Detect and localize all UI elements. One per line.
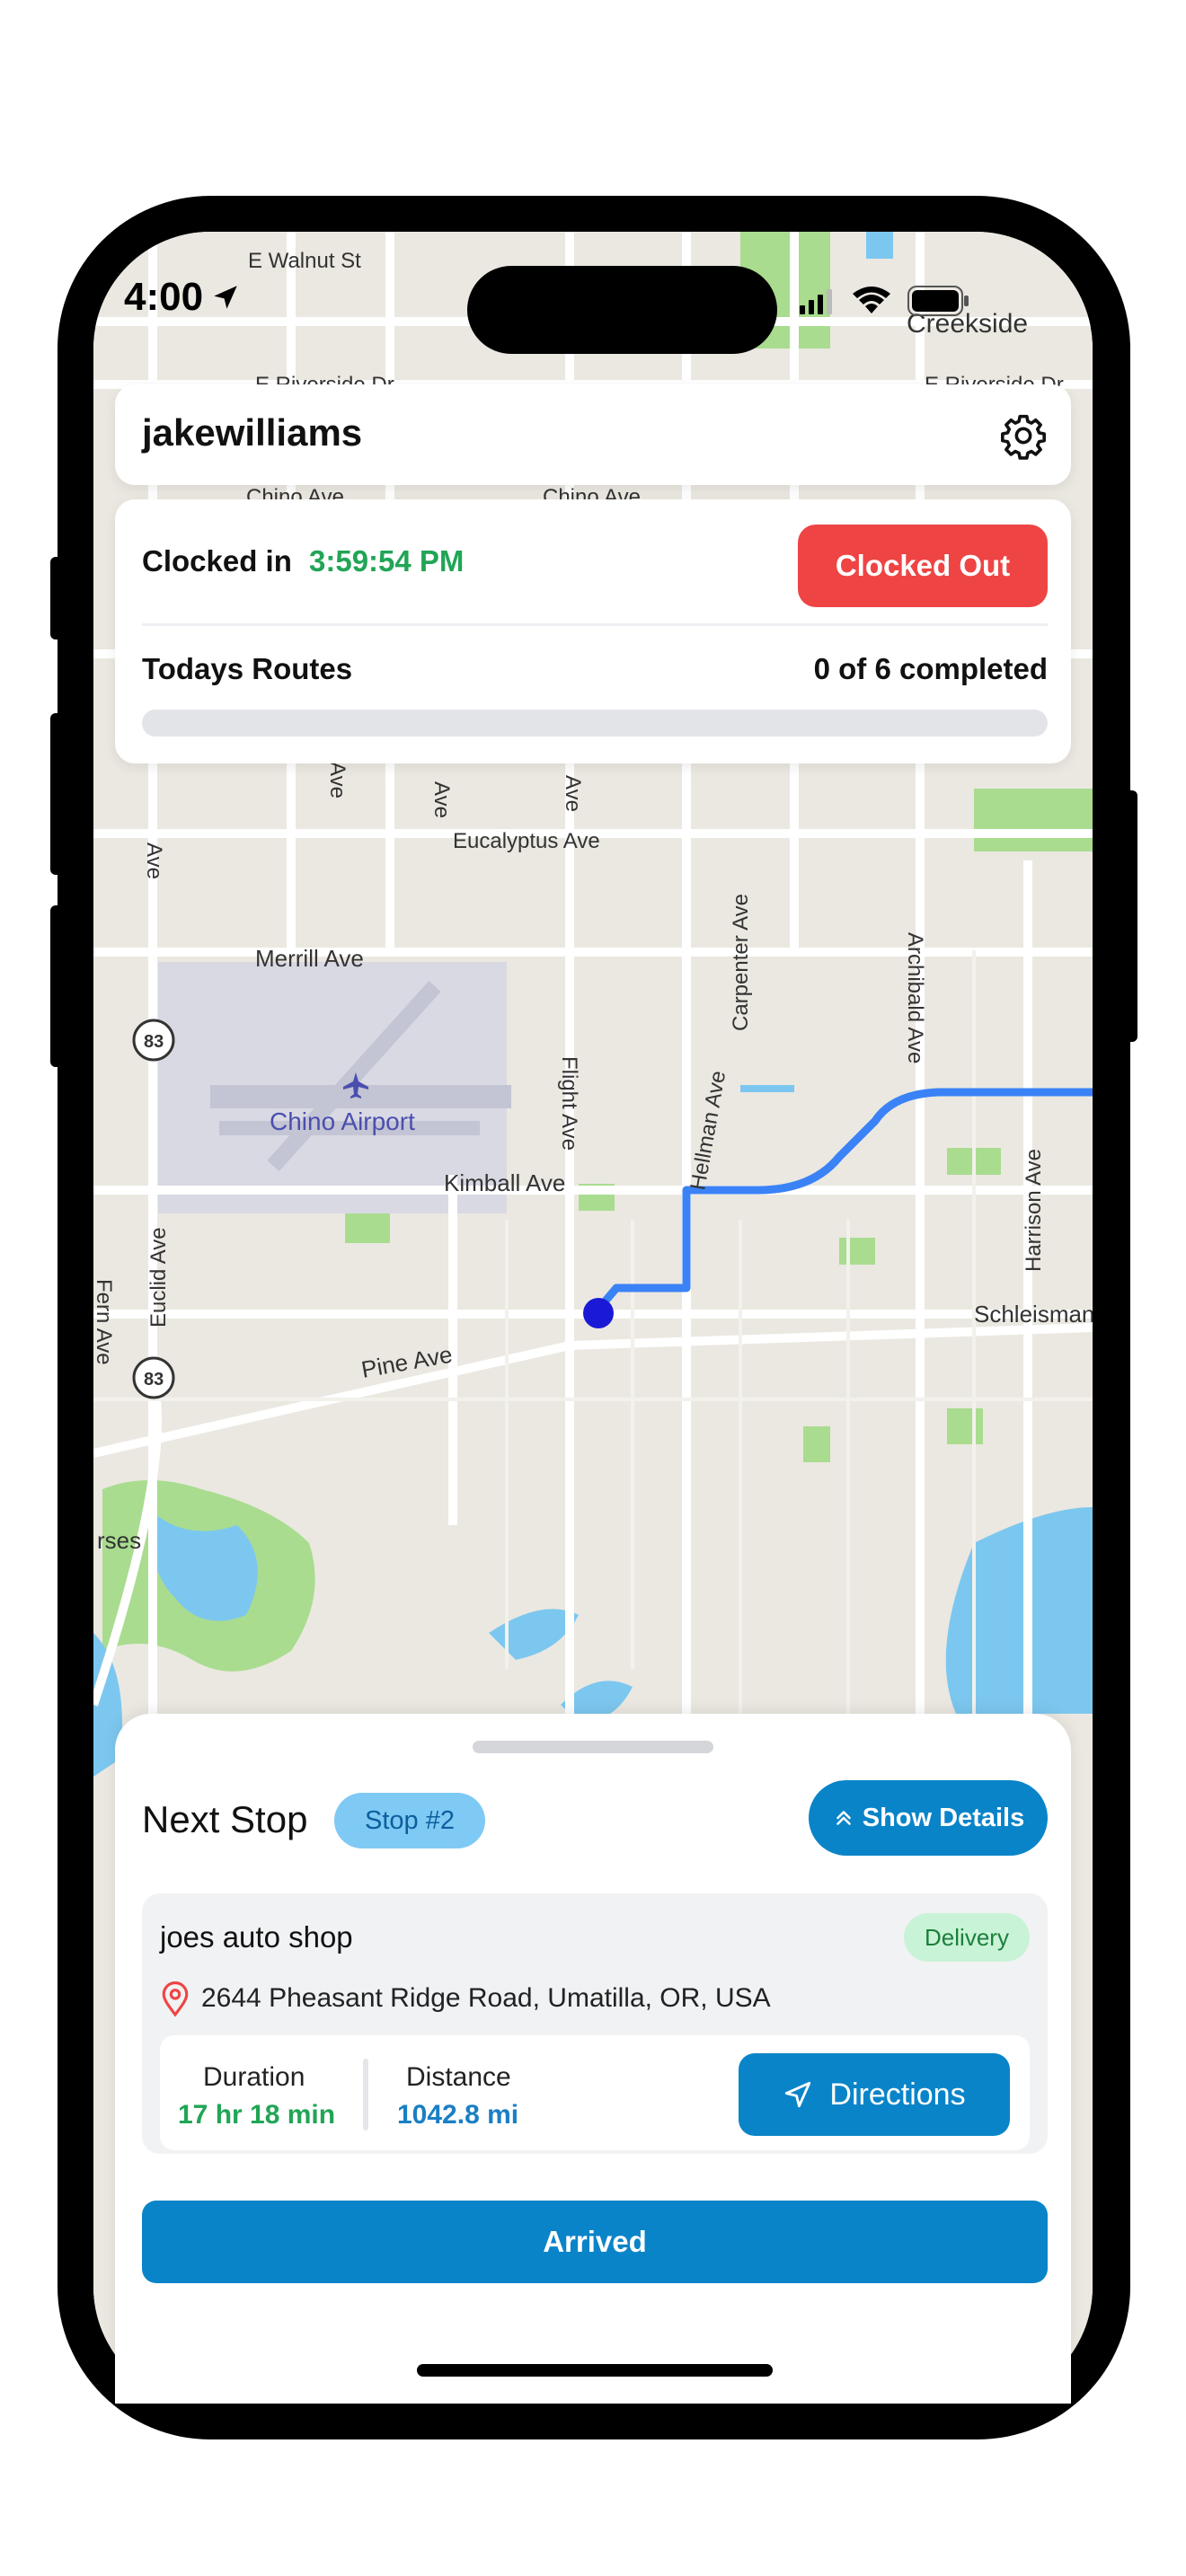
- status-icons: [800, 286, 970, 316]
- clocked-in-time: 3:59:54 PM: [309, 544, 465, 578]
- username: jakewilliams: [142, 411, 363, 454]
- distance-value: 1042.8 mi: [397, 2100, 519, 2130]
- map-label-route83-b: 83: [144, 1370, 164, 1389]
- map-label-ave-b: Ave: [325, 762, 350, 798]
- signal-icon: [800, 289, 832, 314]
- next-stop-sheet: Next Stop Stop #2 Show Details joes auto…: [115, 1714, 1071, 2404]
- power-button: [1123, 790, 1137, 1042]
- stop-address: 2644 Pheasant Ridge Road, Umatilla, OR, …: [201, 1983, 771, 2013]
- map-label-flight: Flight Ave: [557, 1056, 581, 1151]
- chevrons-up-icon: [836, 1811, 851, 1825]
- volume-up-button: [50, 713, 65, 875]
- map-label-ave-d: Ave: [561, 775, 585, 812]
- duration-label: Duration: [203, 2062, 305, 2092]
- map-label-kimball: Kimball Ave: [444, 1169, 565, 1196]
- show-details-button[interactable]: Show Details: [809, 1780, 1048, 1856]
- dynamic-island: [467, 266, 777, 354]
- arrived-button[interactable]: Arrived: [142, 2201, 1048, 2283]
- status-time: 4:00: [124, 275, 241, 320]
- map-label-harrison: Harrison Ave: [1022, 1149, 1046, 1272]
- map-label-euclid: Euclid Ave: [146, 1227, 171, 1328]
- map-label-horses: rses: [97, 1527, 141, 1554]
- silent-switch: [50, 557, 65, 640]
- map-label-ave-a: Ave: [142, 842, 166, 879]
- routes-completed-count: 0 of 6 completed: [813, 652, 1048, 685]
- todays-routes-label: Todays Routes: [142, 652, 353, 685]
- stop-type-badge: Delivery: [904, 1913, 1030, 1962]
- map-label-archibald: Archibald Ave: [903, 932, 927, 1063]
- routes-progress-bar: [142, 710, 1048, 737]
- map-label-schleisman: Schleisman: [974, 1301, 1093, 1328]
- clocked-in-label: Clocked in: [142, 544, 292, 578]
- show-details-label: Show Details: [862, 1803, 1025, 1832]
- divider: [142, 623, 1048, 626]
- sheet-drag-handle[interactable]: [473, 1741, 713, 1753]
- settings-gear-icon[interactable]: [999, 411, 1048, 460]
- map-label-walnut: E Walnut St: [248, 249, 361, 273]
- map-label-eucalyptus: Eucalyptus Ave: [453, 829, 600, 853]
- directions-label: Directions: [829, 2077, 966, 2112]
- trip-info-row: Duration 17 hr 18 min Distance 1042.8 mi…: [160, 2035, 1030, 2150]
- home-indicator[interactable]: [417, 2364, 773, 2377]
- volume-down-button: [50, 905, 65, 1067]
- stop-name: joes auto shop: [160, 1920, 353, 1954]
- map-label-carpenter: Carpenter Ave: [729, 894, 753, 1031]
- next-stop-title: Next Stop: [142, 1798, 308, 1840]
- map-label-route83-a: 83: [144, 1032, 164, 1052]
- stop-number-badge: Stop #2: [334, 1793, 485, 1848]
- navigation-arrow-icon: [785, 2081, 811, 2108]
- distance-label: Distance: [406, 2062, 511, 2092]
- map-label-airport: Chino Airport: [270, 1107, 415, 1135]
- location-arrow-icon: [214, 286, 237, 309]
- info-separator: [363, 2059, 368, 2130]
- battery-icon: [907, 286, 969, 316]
- map-label-fern: Fern Ave: [93, 1279, 116, 1365]
- header-card: jakewilliams: [115, 384, 1071, 485]
- map-label-ave-c: Ave: [429, 781, 454, 818]
- stop-detail-box: joes auto shop Delivery 2644 Pheasant Ri…: [142, 1893, 1048, 2154]
- clock-card: Clocked in 3:59:54 PM Clocked Out Todays…: [115, 499, 1071, 763]
- wifi-icon: [853, 287, 890, 313]
- clocked-out-button[interactable]: Clocked Out: [798, 525, 1048, 607]
- duration-value: 17 hr 18 min: [178, 2100, 336, 2130]
- map-label-merrill: Merrill Ave: [255, 945, 364, 972]
- directions-button[interactable]: Directions: [739, 2053, 1010, 2136]
- map-pin-icon: [162, 1981, 189, 2017]
